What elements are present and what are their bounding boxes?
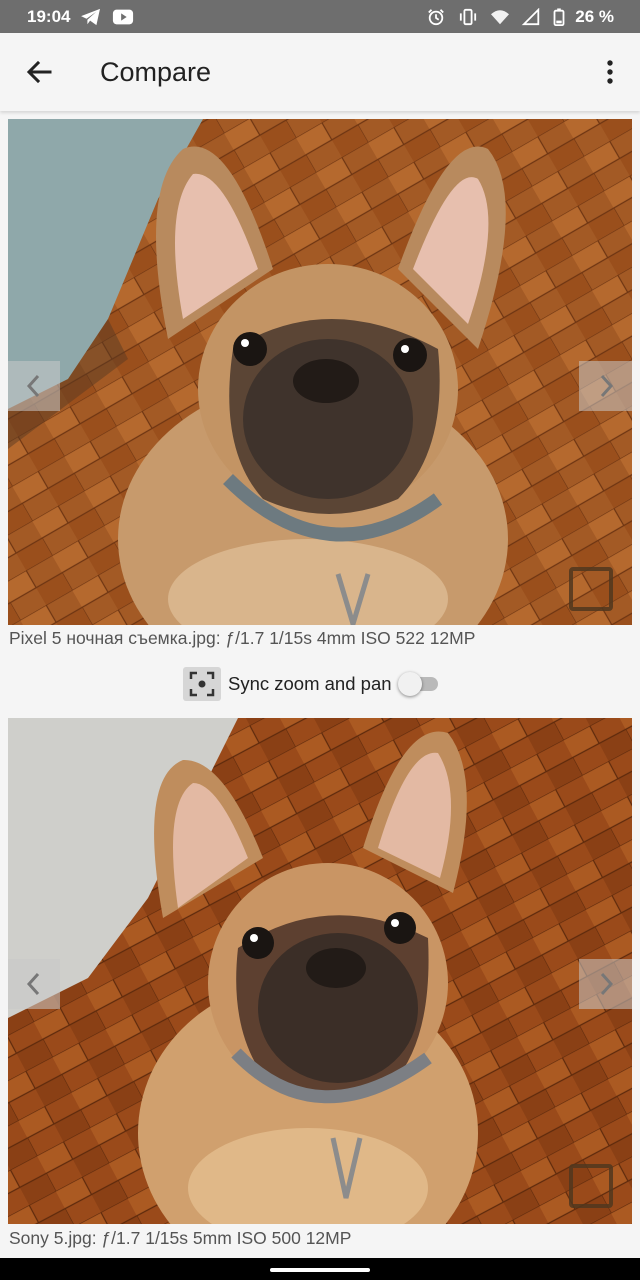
app-bar: Compare [0, 33, 640, 111]
focus-frame-glyph [189, 671, 215, 697]
alarm-icon [428, 8, 445, 25]
focus-frame-icon[interactable] [183, 667, 221, 701]
wifi-icon [491, 9, 510, 24]
battery-icon [553, 7, 565, 26]
chevron-left-icon [26, 374, 39, 398]
dog-photo-2 [8, 718, 632, 1224]
select-checkbox[interactable] [569, 567, 613, 611]
vibrate-icon [460, 8, 477, 25]
system-nav-bar [0, 1258, 640, 1280]
page-title: Compare [100, 57, 212, 87]
youtube-icon [113, 9, 134, 24]
battery-percent: 26 % [575, 6, 614, 26]
more-vert-icon [607, 60, 613, 84]
status-bar: 19:04 26 % [0, 0, 640, 33]
chevron-left-icon [26, 972, 39, 996]
photo-caption-2: Sony 5.jpg: ƒ/1.7 1/15s 5mm ISO 500 12MP [9, 1228, 352, 1248]
dog-photo-1 [8, 119, 632, 625]
chevron-right-icon [600, 374, 613, 398]
photo-viewer-2[interactable] [8, 718, 632, 1224]
arrow-back-icon [26, 60, 52, 84]
next-photo-button[interactable] [579, 959, 632, 1009]
sync-zoom-label: Sync zoom and pan [228, 673, 392, 694]
back-button[interactable] [18, 50, 62, 94]
photo-caption-1: Pixel 5 ночная съемка.jpg: ƒ/1.7 1/15s 4… [9, 628, 476, 648]
telegram-icon [81, 8, 101, 25]
chevron-right-icon [600, 972, 613, 996]
sync-zoom-row: Sync zoom and pan [183, 666, 442, 702]
previous-photo-button[interactable] [8, 361, 60, 411]
sync-zoom-toggle[interactable] [397, 666, 442, 702]
clock: 19:04 [27, 6, 71, 26]
home-gesture-handle[interactable] [270, 1268, 370, 1272]
photo-viewer-1[interactable] [8, 119, 632, 625]
toggle-thumb [397, 672, 422, 696]
next-photo-button[interactable] [579, 361, 632, 411]
select-checkbox[interactable] [569, 1164, 613, 1208]
overflow-menu-button[interactable] [594, 50, 626, 94]
signal-icon [521, 7, 540, 25]
previous-photo-button[interactable] [8, 959, 60, 1009]
